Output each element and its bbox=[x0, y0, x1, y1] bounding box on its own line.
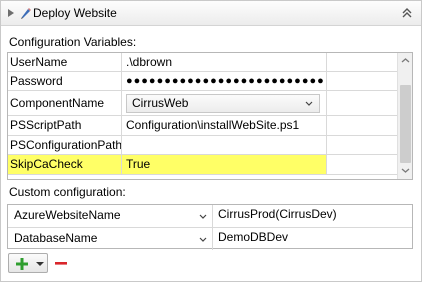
config-value[interactable]: True bbox=[123, 155, 325, 174]
expand-arrow-icon[interactable] bbox=[6, 6, 18, 20]
config-name: ComponentName bbox=[8, 91, 122, 115]
custom-config-key-select[interactable]: DatabaseName bbox=[8, 228, 213, 250]
config-value[interactable] bbox=[123, 136, 325, 154]
custom-config-value[interactable]: DemoDBDev bbox=[218, 228, 288, 247]
panel-header: Deploy Website bbox=[1, 1, 421, 26]
config-name: PSConfigurationPath bbox=[10, 136, 122, 154]
custom-config-key-select[interactable]: AzureWebsiteName bbox=[8, 205, 213, 227]
chevron-down-icon bbox=[305, 101, 313, 106]
custom-config-key: AzureWebsiteName bbox=[14, 208, 121, 222]
config-value[interactable]: Configuration\installWebSite.ps1 bbox=[123, 116, 325, 135]
edit-pencil-icon bbox=[21, 8, 31, 19]
custom-config-value[interactable]: CirrusProd(CirrusDev) bbox=[218, 205, 337, 224]
panel-title: Deploy Website bbox=[33, 6, 117, 20]
component-name-selected: CirrusWeb bbox=[132, 96, 189, 110]
collapse-icon[interactable] bbox=[399, 5, 415, 21]
custom-config-grid: AzureWebsiteName CirrusProd(CirrusDev) D… bbox=[7, 204, 413, 250]
custom-config-row[interactable]: AzureWebsiteName CirrusProd(CirrusDev) bbox=[8, 205, 412, 227]
custom-config-row[interactable]: DatabaseName DemoDBDev bbox=[8, 227, 412, 250]
vertical-scrollbar[interactable] bbox=[397, 53, 412, 179]
config-name: SkipCaCheck bbox=[8, 155, 122, 174]
plus-icon bbox=[16, 258, 28, 270]
add-button[interactable] bbox=[8, 253, 48, 273]
config-value[interactable]: .\dbrown bbox=[123, 53, 325, 71]
config-variables-label: Configuration Variables: bbox=[9, 35, 137, 49]
password-field[interactable]: ●●●●●●●●●●●●●●●●●●●●●●●●●●●●●● bbox=[123, 72, 325, 90]
component-name-select[interactable]: CirrusWeb bbox=[126, 94, 320, 113]
config-name: Password bbox=[8, 72, 122, 90]
config-variables-grid: UserName .\dbrown Password ●●●●●●●●●●●●●… bbox=[7, 52, 413, 180]
config-name: PSScriptPath bbox=[8, 116, 122, 135]
custom-config-label: Custom configuration: bbox=[9, 185, 126, 199]
chevron-down-icon bbox=[199, 214, 207, 219]
config-row-password[interactable]: Password ●●●●●●●●●●●●●●●●●●●●●●●●●●●●●● bbox=[8, 72, 397, 91]
minus-icon bbox=[55, 262, 67, 265]
deploy-website-panel: Deploy Website Configuration Variables: … bbox=[0, 0, 422, 282]
chevron-down-icon[interactable] bbox=[36, 261, 44, 267]
config-row-username[interactable]: UserName .\dbrown bbox=[8, 53, 397, 72]
config-name: UserName bbox=[8, 53, 122, 71]
custom-config-key: DatabaseName bbox=[14, 231, 98, 245]
remove-button[interactable] bbox=[54, 254, 68, 272]
config-row-psscriptpath[interactable]: PSScriptPath Configuration\installWebSit… bbox=[8, 116, 397, 136]
chevron-down-icon bbox=[199, 237, 207, 242]
config-row-componentname[interactable]: ComponentName CirrusWeb bbox=[8, 91, 397, 116]
scroll-down-icon[interactable] bbox=[398, 164, 413, 178]
scroll-up-icon[interactable] bbox=[398, 54, 413, 68]
scrollbar-thumb[interactable] bbox=[400, 85, 411, 163]
config-row-psconfigurationpath[interactable]: PSConfigurationPath bbox=[8, 136, 397, 155]
config-row-skipcacheck[interactable]: SkipCaCheck True bbox=[8, 155, 397, 175]
